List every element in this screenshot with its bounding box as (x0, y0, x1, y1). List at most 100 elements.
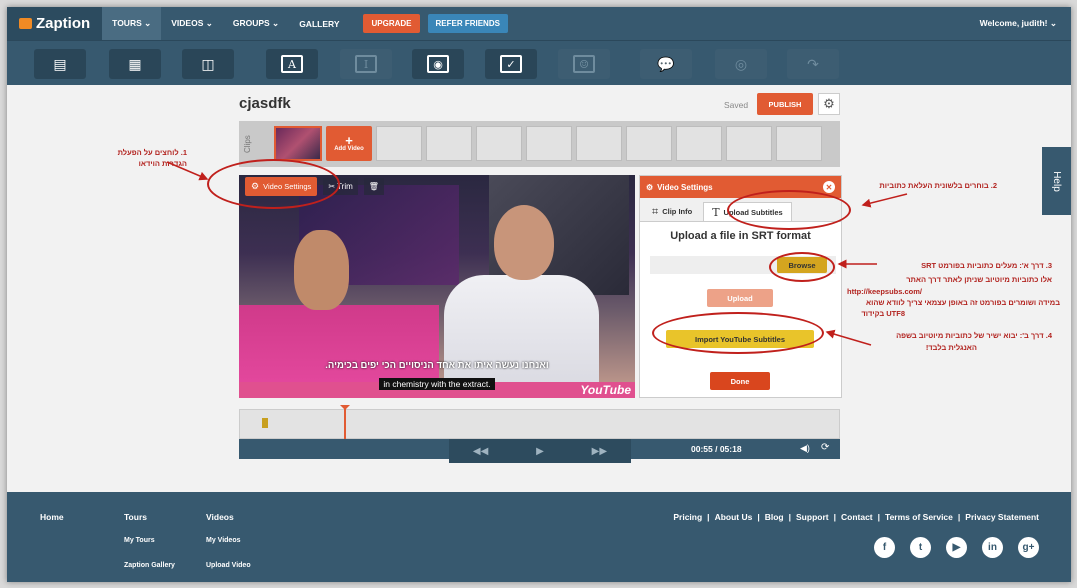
tab-clip-info[interactable]: ⌗ Clip Info (644, 202, 700, 221)
footer-my-videos-link[interactable]: My Videos (206, 537, 241, 544)
app-window: Zaption TOURS ⌄ VIDEOS ⌄ GROUPS ⌄ GALLER… (7, 7, 1071, 582)
timeline[interactable] (239, 405, 840, 440)
annotation-step-2: 2. בוחרים בלשונית העלאת כתוביות (879, 181, 997, 190)
footer-videos-heading[interactable]: Videos (206, 512, 234, 522)
image-tool-button[interactable]: ▦ (109, 49, 161, 79)
clip-slot[interactable] (526, 126, 572, 161)
nav-gallery[interactable]: GALLERY (289, 7, 349, 40)
social-links: f t ▶ in g+ (874, 537, 1039, 558)
radio-question-tool-button[interactable]: ◉ (412, 49, 464, 79)
project-title[interactable]: cjasdfk (239, 95, 291, 112)
annotation-step-4-line2: האנגלית בלבד! (925, 343, 977, 352)
annotation-arrow (861, 193, 908, 208)
text-box-tool-button[interactable]: I (340, 49, 392, 79)
clip-slot[interactable] (576, 126, 622, 161)
text-icon: A (281, 55, 303, 73)
nav-tours[interactable]: TOURS ⌄ (102, 7, 162, 40)
footer-blog-link[interactable]: Blog (765, 512, 784, 522)
youtube-icon[interactable]: ▶ (946, 537, 967, 558)
facebook-icon[interactable]: f (874, 537, 895, 558)
footer-upload-video-link[interactable]: Upload Video (206, 562, 251, 569)
annotation-ring (769, 252, 835, 282)
replay-tool-button[interactable]: ◎ (715, 49, 767, 79)
annotation-ring (207, 159, 340, 209)
radio-question-icon: ◉ (427, 55, 449, 73)
clip-slot[interactable] (776, 126, 822, 161)
refer-friends-button[interactable]: REFER FRIENDS (427, 14, 508, 33)
gear-icon: ⚙ (823, 96, 835, 111)
annotation-step-3-line2: במידה ושומרים בפורמט זה באופן עצמאי צריך… (865, 298, 1060, 307)
separator: | (833, 512, 836, 522)
separator: | (707, 512, 710, 522)
logo[interactable]: Zaption (7, 7, 103, 40)
clip-slot[interactable] (676, 126, 722, 161)
image-stack-tool-button[interactable]: ◫ (182, 49, 234, 79)
footer-gallery-link[interactable]: Zaption Gallery (124, 562, 175, 569)
top-nav: Zaption TOURS ⌄ VIDEOS ⌄ GROUPS ⌄ GALLER… (7, 7, 1071, 40)
volume-icon[interactable]: ◀) (800, 443, 810, 454)
footer-my-tours-link[interactable]: My Tours (124, 537, 155, 544)
nav-videos[interactable]: VIDEOS ⌄ (161, 7, 223, 40)
time-readout: 00:55 / 05:18 (691, 444, 742, 454)
footer-contact-link[interactable]: Contact (841, 512, 873, 522)
logo-text: Zaption (36, 15, 91, 32)
annotation-step-3-title: 3. דרך א': מעלים כתוביות בפורמט SRT (921, 261, 1052, 270)
clip-thumbnail[interactable] (274, 126, 322, 161)
footer-terms-link[interactable]: Terms of Service (885, 512, 953, 522)
footer-about-link[interactable]: About Us (715, 512, 753, 522)
clip-slot[interactable] (426, 126, 472, 161)
done-button[interactable]: Done (710, 372, 770, 390)
rewind-icon[interactable]: ◀◀ (473, 446, 488, 457)
play-icon[interactable]: ▶ (536, 446, 544, 457)
jump-icon: ↷ (807, 55, 819, 72)
timeline-marker[interactable] (262, 418, 268, 428)
video-player[interactable]: ⚙ Video Settings ✂ Trim 🗑 .ואנחנו נעשה א… (239, 175, 635, 398)
clip-slot[interactable] (376, 126, 422, 161)
separator: | (957, 512, 961, 522)
linkedin-icon[interactable]: in (982, 537, 1003, 558)
checkbox-question-tool-button[interactable]: ✓ (485, 49, 537, 79)
plus-icon: + (345, 133, 353, 148)
upload-heading: Upload a file in SRT format (670, 230, 811, 242)
fast-forward-icon[interactable]: ▶▶ (592, 446, 607, 457)
close-icon[interactable]: ✕ (823, 181, 835, 193)
footer-privacy-link[interactable]: Privacy Statement (965, 512, 1039, 522)
replay-icon: ◎ (734, 55, 748, 72)
publish-button[interactable]: PUBLISH (757, 93, 813, 115)
separator: | (788, 512, 792, 522)
smiley-tool-button[interactable]: ☺ (558, 49, 610, 79)
text-box-icon: I (355, 55, 377, 73)
clip-slot[interactable] (726, 126, 772, 161)
clip-slot[interactable] (626, 126, 672, 161)
nav-groups[interactable]: GROUPS ⌄ (223, 7, 289, 40)
playback-buttons: ◀◀ ▶ ▶▶ (449, 439, 631, 463)
video-frame-figure (294, 230, 349, 310)
upgrade-button[interactable]: UPGRADE (363, 14, 420, 33)
element-toolbar: ▤ ▦ ◫ A I ◉ ✓ ☺ 💬 ◎ ↷ (7, 40, 1071, 85)
delete-clip-button[interactable]: 🗑 (363, 177, 384, 195)
image-icon: ▦ (128, 55, 142, 72)
annotation-ring (727, 190, 851, 230)
footer-pricing-link[interactable]: Pricing (673, 512, 702, 522)
jump-tool-button[interactable]: ↷ (787, 49, 839, 79)
smiley-icon: ☺ (573, 55, 595, 73)
help-tab[interactable]: Help (1042, 147, 1071, 215)
text-tool-button[interactable]: A (266, 49, 318, 79)
upload-button[interactable]: Upload (707, 289, 773, 307)
footer-tours-heading[interactable]: Tours (124, 512, 147, 522)
clip-slot[interactable] (476, 126, 522, 161)
twitter-icon[interactable]: t (910, 537, 931, 558)
checkbox-question-icon: ✓ (500, 55, 522, 73)
chat-tool-button[interactable]: 💬 (640, 49, 692, 79)
clips-strip: Clips + Add Video (239, 121, 840, 167)
slide-tool-button[interactable]: ▤ (34, 49, 86, 79)
settings-button[interactable]: ⚙ (818, 93, 840, 115)
replay-icon[interactable]: ⟳ (821, 442, 829, 453)
youtube-watermark: YouTube (580, 383, 631, 397)
googleplus-icon[interactable]: g+ (1018, 537, 1039, 558)
footer-home-link[interactable]: Home (40, 512, 64, 522)
playhead[interactable] (340, 405, 350, 440)
footer-support-link[interactable]: Support (796, 512, 829, 522)
add-video-button[interactable]: + Add Video (326, 126, 372, 161)
user-menu[interactable]: Welcome, judith! ⌄ (980, 18, 1071, 29)
